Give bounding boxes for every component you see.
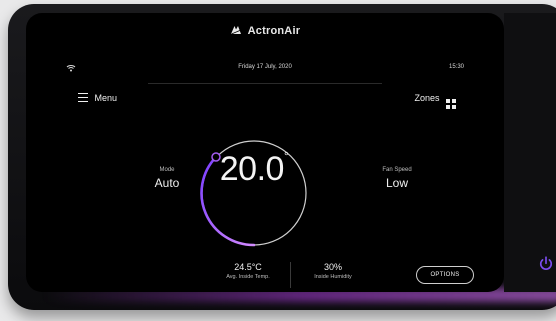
status-divider [148, 83, 382, 84]
status-time: 15:30 [448, 64, 464, 70]
menu-button[interactable]: Menu [78, 93, 117, 103]
power-icon [540, 256, 552, 270]
inside-stats: 24.5°C Avg. Inside Temp. 30% Inside Humi… [202, 262, 372, 292]
setpoint-value: 20.0 [219, 150, 285, 188]
power-button[interactable] [534, 255, 556, 279]
inside-humidity-value: 30% [323, 262, 342, 272]
avg-inside-temp: 24.5°C Avg. Inside Temp. [210, 262, 286, 280]
avg-inside-temp-label: Avg. Inside Temp. [226, 274, 270, 280]
brand-name: ActronAir [247, 25, 301, 37]
zones-label: Zones [414, 93, 440, 103]
fan-speed-control[interactable]: Fan Speed Low [362, 167, 432, 190]
mode-control[interactable]: Mode Auto [132, 167, 202, 190]
brand-logo: ActronAir [26, 25, 504, 37]
fan-speed-value: Low [385, 176, 408, 190]
actronair-logo-icon [230, 26, 241, 35]
setpoint-temperature: 20.0° [214, 149, 294, 189]
degree-symbol: ° [283, 149, 289, 163]
options-button[interactable]: OPTIONS [416, 266, 474, 284]
stats-divider [290, 262, 291, 288]
side-panel [504, 13, 556, 292]
avg-inside-temp-value: 24.5°C [234, 262, 262, 272]
page-indicator [264, 301, 274, 305]
inside-humidity-label: Inside Humidity [314, 274, 352, 280]
inside-humidity: 30% Inside Humidity [298, 262, 368, 280]
status-bar: Friday 17 July, 2020 15:30 [66, 63, 464, 77]
hamburger-icon [78, 93, 88, 102]
status-date: Friday 17 July, 2020 [238, 64, 292, 70]
display-screen: ActronAir Friday 17 July, 2020 15:30 Men… [26, 13, 504, 292]
zones-button[interactable]: Zones [414, 93, 456, 109]
fan-speed-label: Fan Speed [382, 167, 412, 173]
grid-icon [446, 99, 456, 109]
mode-value: Auto [154, 176, 180, 190]
menu-label: Menu [94, 93, 118, 103]
mode-label: Mode [159, 167, 175, 173]
thermostat-device: ActronAir Friday 17 July, 2020 15:30 Men… [8, 4, 556, 310]
